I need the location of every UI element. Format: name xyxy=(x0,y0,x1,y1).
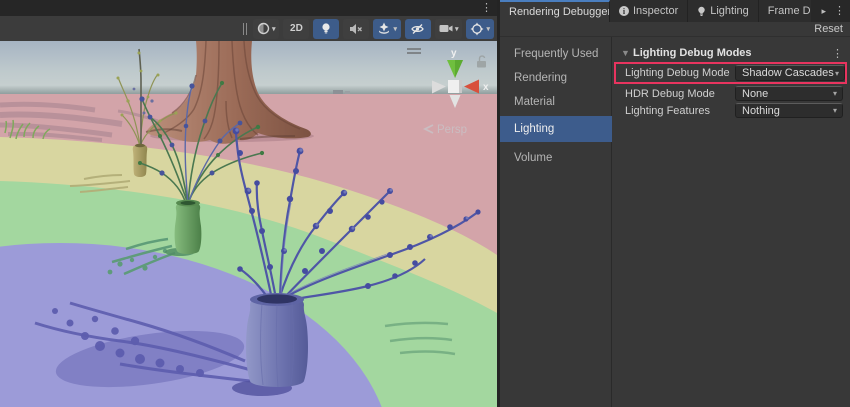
tab-inspector[interactable]: i Inspector xyxy=(610,0,688,22)
light-bulb-icon xyxy=(320,22,332,35)
eye-slash-icon xyxy=(410,23,425,35)
debugger-sidebar: Frequently Used Rendering Material Light… xyxy=(500,37,612,407)
reset-button[interactable]: Reset xyxy=(807,23,850,35)
scene-visibility-toggle-button[interactable] xyxy=(405,19,431,39)
debugger-toolbar: Reset xyxy=(500,22,850,37)
chevron-down-icon: ▾ xyxy=(455,25,459,33)
sidebar-item-lighting[interactable]: Lighting xyxy=(500,116,612,142)
dropdown-value: Nothing xyxy=(742,105,780,117)
scene-view-titlebar: ⋮ xyxy=(0,0,497,16)
section-menu-kebab-icon[interactable]: ⋮ xyxy=(832,47,843,60)
scene-view-pane: ⋮ ▾ 2D xyxy=(0,0,497,407)
lighting-debug-mode-dropdown[interactable]: Shadow Cascades ▾ xyxy=(735,65,845,81)
effects-toggle-button[interactable]: ▾ xyxy=(373,19,401,39)
tab-label: Frame D xyxy=(768,5,811,17)
tab-label: Lighting xyxy=(710,5,749,17)
camera-icon xyxy=(439,23,453,34)
hdr-debug-mode-label: HDR Debug Mode xyxy=(625,88,715,100)
debugger-content: ▼ Lighting Debug Modes ⋮ Lighting Debug … xyxy=(613,37,850,407)
scene-lighting-toggle-button[interactable] xyxy=(313,19,339,39)
lighting-debug-mode-label: Lighting Debug Mode xyxy=(625,67,730,79)
tab-label: Inspector xyxy=(633,5,678,17)
lighting-features-label: Lighting Features xyxy=(625,105,710,117)
info-icon: i xyxy=(619,6,629,16)
effects-sparkle-icon xyxy=(377,22,391,35)
sidebar-item-volume[interactable]: Volume xyxy=(500,147,612,169)
chevron-down-icon: ▾ xyxy=(833,89,837,98)
light-bulb-icon xyxy=(697,6,706,17)
tab-bar: Rendering Debugger i Inspector Lighting … xyxy=(500,0,850,22)
gizmo-x-axis-label: x xyxy=(483,82,489,93)
dropdown-value: Shadow Cascades xyxy=(742,67,834,79)
hdr-debug-mode-dropdown[interactable]: None ▾ xyxy=(735,86,843,101)
row-lighting-features: Lighting Features Nothing ▾ xyxy=(613,103,850,118)
lighting-features-dropdown[interactable]: Nothing ▾ xyxy=(735,103,843,118)
foldout-arrow-icon[interactable]: ▼ xyxy=(621,48,633,58)
shaded-sphere-icon xyxy=(257,22,270,35)
sidebar-item-frequently-used[interactable]: Frequently Used xyxy=(500,43,612,65)
sidebar-item-rendering[interactable]: Rendering xyxy=(500,67,612,89)
unity-editor-window: ⋮ ▾ 2D xyxy=(0,0,850,407)
section-header-lighting-debug-modes[interactable]: ▼ Lighting Debug Modes ⋮ xyxy=(613,45,850,61)
gizmo-crosshair-icon xyxy=(470,22,484,36)
chevron-down-icon: ▾ xyxy=(486,25,490,33)
row-lighting-debug-mode: Lighting Debug Mode Shadow Cascades ▾ xyxy=(613,65,850,81)
row-hdr-debug-mode: HDR Debug Mode None ▾ xyxy=(613,86,850,101)
sidebar-item-material[interactable]: Material xyxy=(500,91,612,113)
chevron-down-icon: ▾ xyxy=(272,25,276,33)
toolbar-drag-handle[interactable] xyxy=(243,23,247,35)
scene-view-toolbar: ▾ 2D ▾ xyxy=(0,16,497,41)
audio-mute-toggle-button[interactable] xyxy=(343,19,369,39)
tab-rendering-debugger[interactable]: Rendering Debugger xyxy=(500,0,610,22)
tab-extras: ▸ ⋮ xyxy=(818,0,850,22)
chevron-down-icon: ▾ xyxy=(393,25,397,33)
gizmo-y-axis-label: y xyxy=(451,48,457,59)
debugger-body: Frequently Used Rendering Material Light… xyxy=(500,37,850,407)
2d-toggle-button[interactable]: 2D xyxy=(283,19,309,39)
dropdown-value: None xyxy=(742,88,768,100)
scene-viewport[interactable]: y x Persp xyxy=(0,41,497,407)
pane-menu-kebab-icon[interactable]: ⋮ xyxy=(829,6,850,17)
speaker-muted-icon xyxy=(349,23,363,35)
persp-text: Persp xyxy=(437,124,467,136)
scene-menu-kebab-icon[interactable]: ⋮ xyxy=(476,3,497,14)
shading-mode-button[interactable]: ▾ xyxy=(253,19,280,39)
section-title: Lighting Debug Modes xyxy=(633,47,752,59)
camera-settings-button[interactable]: ▾ xyxy=(435,19,463,39)
tab-lighting[interactable]: Lighting xyxy=(688,0,759,22)
chevron-down-icon: ▾ xyxy=(833,106,837,115)
gizmos-toggle-button[interactable]: ▾ xyxy=(466,19,494,39)
rendering-debugger-pane: Rendering Debugger i Inspector Lighting … xyxy=(500,0,850,407)
tab-frame-debugger[interactable]: Frame D xyxy=(759,0,811,22)
tab-overflow-arrow-icon[interactable]: ▸ xyxy=(818,6,829,17)
chevron-down-icon: ▾ xyxy=(835,69,839,78)
tab-label: Rendering Debugger xyxy=(509,6,610,18)
